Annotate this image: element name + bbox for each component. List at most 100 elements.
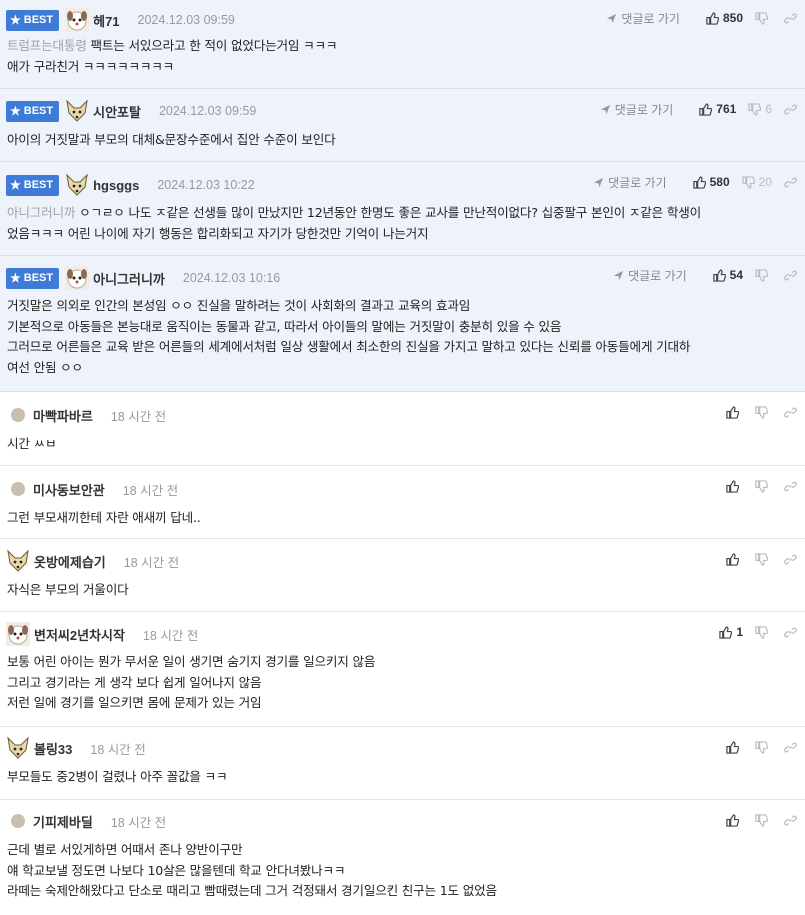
timestamp: 18 시간 전	[123, 555, 180, 570]
comment-header: 기피제바딜 18 시간 전	[6, 809, 166, 833]
downvote-button[interactable]: 6	[748, 102, 772, 116]
downvote-button[interactable]	[755, 268, 772, 282]
nickname[interactable]: 옷방에제습기	[34, 552, 106, 571]
nickname[interactable]: 기피제바딜	[33, 812, 93, 831]
nickname[interactable]: 마빡파바르	[33, 406, 93, 425]
send-arrow-icon	[600, 104, 610, 114]
goto-reply-link[interactable]: 댓글로 가기	[593, 174, 667, 191]
thumbs-down-icon	[755, 740, 768, 754]
link-icon[interactable]	[784, 269, 797, 282]
nickname[interactable]: 미사동보안관	[33, 480, 105, 499]
upvote-button[interactable]	[726, 552, 743, 566]
send-arrow-icon	[593, 177, 604, 187]
link-icon[interactable]	[784, 103, 797, 116]
nickname[interactable]: 헤71	[93, 11, 119, 30]
comment-actions: 댓글로 가기 761 6	[600, 99, 797, 119]
comment-body: 근데 별로 서있게하면 어때서 존나 양반이구만 얘 학교보낼 정도면 나보다 …	[7, 842, 497, 898]
fox-face-icon[interactable]	[65, 173, 89, 197]
nickname[interactable]: 시안포탈	[93, 102, 141, 121]
default-avatar-icon[interactable]	[11, 482, 25, 496]
goto-reply-link[interactable]: 댓글로 가기	[600, 101, 673, 118]
mention[interactable]: 아니그러니까	[7, 205, 76, 220]
thumbs-down-icon	[755, 479, 768, 493]
mention[interactable]: 트럼프는대통령	[7, 38, 87, 53]
upvote-button[interactable]: 1	[719, 625, 743, 639]
link-icon[interactable]	[784, 12, 797, 25]
comment-body: 트럼프는대통령 팩트는 서있으라고 한 적이 없었다는거임 ㅋㅋㅋ 애가 구라친…	[7, 38, 338, 74]
thumbs-down-icon	[755, 625, 768, 639]
timestamp: 18 시간 전	[90, 742, 146, 757]
nickname[interactable]: 아니그러니까	[93, 269, 165, 288]
puppy-face-icon[interactable]	[65, 8, 90, 32]
downvote-button[interactable]	[755, 479, 772, 493]
upvote-count: 580	[709, 175, 730, 189]
thumbs-down-icon	[741, 175, 755, 189]
comment: 볼링33 18 시간 전 부모들도 중2병이 걸렸나 아주 꼴값을 ㅋㅋ	[0, 727, 805, 800]
comment-body: 자식은 부모의 거울이다	[7, 582, 129, 597]
upvote-button[interactable]: 761	[699, 102, 736, 116]
default-avatar-icon[interactable]	[11, 814, 25, 828]
upvote-button[interactable]: 580	[692, 175, 730, 189]
timestamp: 18 시간 전	[110, 409, 167, 424]
timestamp: 2024.12.03 10:22	[157, 178, 255, 192]
fox-face-icon[interactable]	[6, 549, 30, 573]
comment-body: 부모들도 중2병이 걸렸나 아주 꼴값을 ㅋㅋ	[7, 769, 228, 784]
comment: 옷방에제습기 18 시간 전 자식은 부모의 거울이다	[0, 539, 805, 612]
best-comment: ★ BEST 헤71 2024.12.03 09:59 댓글로 가기 850 트럼…	[0, 0, 805, 89]
comment-header: 미사동보안관 18 시간 전	[6, 477, 178, 501]
downvote-button[interactable]	[755, 625, 772, 639]
goto-reply-link[interactable]: 댓글로 가기	[613, 267, 687, 284]
upvote-button[interactable]	[726, 813, 743, 827]
upvote-button[interactable]: 850	[706, 11, 743, 25]
downvote-button[interactable]	[755, 11, 772, 25]
best-badge: ★ BEST	[6, 9, 60, 31]
star-icon: ★	[10, 104, 21, 118]
comment-actions	[714, 549, 797, 569]
downvote-button[interactable]	[755, 740, 772, 754]
fox-face-icon[interactable]	[65, 99, 89, 123]
link-icon[interactable]	[784, 741, 797, 754]
timestamp: 18 시간 전	[122, 483, 179, 498]
comment-body: 아니그러니까 ㅇㄱㄹㅇ 나도 ㅈ같은 선생들 많이 만났지만 12년동안 한명도…	[7, 205, 702, 241]
downvote-button[interactable]	[755, 813, 772, 827]
upvote-button[interactable]: 54	[712, 268, 743, 282]
timestamp: 18 시간 전	[110, 815, 167, 830]
default-avatar-icon[interactable]	[11, 408, 25, 422]
upvote-button[interactable]	[726, 479, 743, 493]
upvote-button[interactable]	[726, 405, 743, 419]
downvote-button[interactable]: 20	[741, 175, 772, 189]
timestamp: 2024.12.03 10:16	[182, 271, 281, 285]
comment-actions	[714, 402, 797, 422]
downvote-button[interactable]	[755, 552, 772, 566]
downvote-button[interactable]	[755, 405, 772, 419]
fox-face-icon[interactable]	[6, 736, 30, 760]
nickname[interactable]: hgsggs	[93, 178, 139, 193]
comment-actions: 1	[707, 622, 797, 642]
goto-reply-link[interactable]: 댓글로 가기	[606, 10, 680, 27]
comment-header: ★ BEST 헤71 2024.12.03 09:59	[6, 8, 235, 32]
comment-actions	[714, 810, 797, 830]
thumbs-down-icon	[755, 552, 768, 566]
best-badge: ★ BEST	[6, 267, 60, 289]
upvote-button[interactable]	[726, 740, 743, 754]
thumbs-up-icon	[719, 625, 733, 639]
link-icon[interactable]	[784, 406, 797, 419]
link-icon[interactable]	[784, 176, 797, 189]
comment-actions	[714, 737, 797, 757]
upvote-count: 54	[729, 268, 743, 282]
link-icon[interactable]	[784, 814, 797, 827]
comment-body: 그런 부모새끼한테 자란 애새끼 답네..	[7, 510, 201, 525]
puppy-face-icon[interactable]	[6, 622, 30, 646]
puppy-face-icon[interactable]	[65, 266, 90, 290]
comment-header: ★ BEST 아니그러니까 2024.12.03 10:16	[6, 266, 280, 290]
star-icon: ★	[10, 178, 21, 192]
downvote-count: 20	[758, 175, 772, 189]
star-icon: ★	[10, 271, 21, 285]
link-icon[interactable]	[784, 626, 797, 639]
nickname[interactable]: 볼링33	[34, 739, 72, 758]
nickname[interactable]: 변저씨2년차시작	[34, 625, 125, 644]
link-icon[interactable]	[784, 553, 797, 566]
thumbs-up-icon	[699, 102, 713, 116]
send-arrow-icon	[607, 13, 617, 23]
link-icon[interactable]	[784, 480, 797, 493]
